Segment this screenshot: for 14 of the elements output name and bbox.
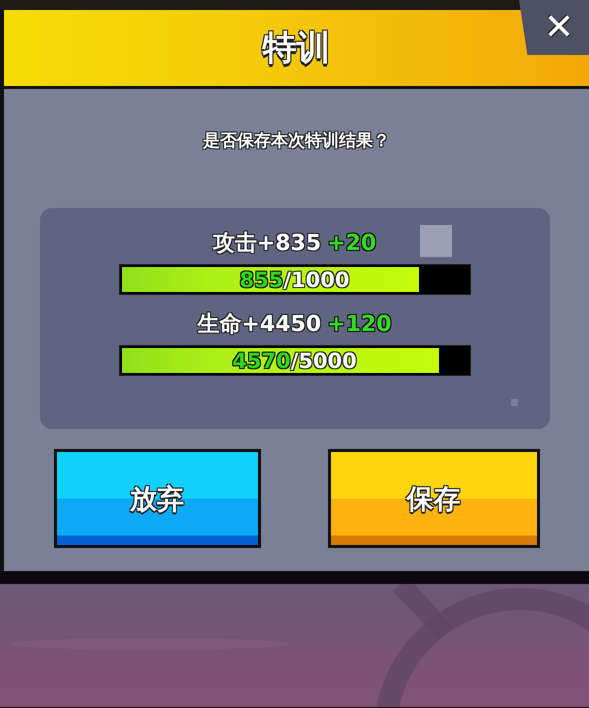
current-value: 4570: [232, 348, 291, 372]
max-value: /1000: [283, 268, 350, 292]
square-icon: [420, 225, 452, 257]
stat-label: 生命+4450: [197, 311, 322, 339]
save-button[interactable]: 保存: [328, 449, 540, 548]
dialog-title: 特训: [262, 27, 330, 70]
stat-bonus: +20: [327, 231, 376, 256]
question-text: 是否保存本次特训结果？: [203, 130, 390, 152]
max-value: /5000: [290, 348, 357, 372]
stat-label: 攻击+835: [212, 230, 322, 258]
current-value: 855: [240, 268, 284, 292]
close-button[interactable]: ✕: [519, 0, 589, 55]
stat-bonus: +120: [327, 312, 392, 337]
discard-button[interactable]: 放弃: [54, 449, 260, 548]
